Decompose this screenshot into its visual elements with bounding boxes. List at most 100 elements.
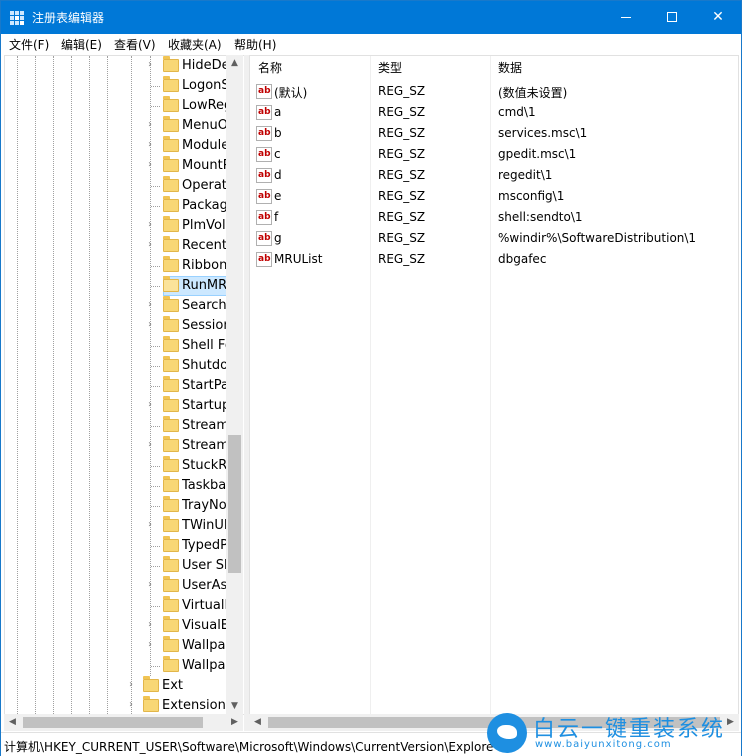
tree-hscroll-thumb[interactable]	[23, 717, 203, 728]
chevron-right-icon[interactable]: ›	[145, 320, 155, 330]
tree-item[interactable]: Package	[5, 196, 230, 216]
folder-icon	[163, 136, 179, 152]
tree-item-label: StuckRe	[182, 458, 230, 473]
chevron-right-icon[interactable]: ›	[126, 680, 136, 690]
tree-item[interactable]: › Module	[5, 136, 229, 156]
tree-item[interactable]: StartPag	[5, 376, 230, 396]
tree-item[interactable]: › PlmVola	[5, 216, 230, 236]
tree-item[interactable]: › Extensions	[5, 696, 229, 714]
tree-item[interactable]: VirtualD	[5, 596, 230, 616]
menu-edit[interactable]: 编辑(E)	[61, 36, 102, 53]
scroll-left-icon[interactable]: ◀	[4, 714, 21, 731]
chevron-right-icon[interactable]: ›	[145, 60, 155, 70]
tree-item[interactable]: Shell Fo	[5, 336, 230, 356]
value-row[interactable]: ab g REG_SZ %windir%\SoftwareDistribution\1	[250, 228, 738, 249]
value-type: REG_SZ	[378, 189, 426, 203]
column-header-name[interactable]: 名称	[250, 56, 370, 80]
column-header-data[interactable]: 数据	[490, 56, 738, 80]
value-row[interactable]: ab MRUList REG_SZ dbgafec	[250, 249, 738, 270]
tree-scroll-thumb[interactable]	[228, 435, 241, 573]
value-row[interactable]: ab a REG_SZ cmd\1	[250, 102, 738, 123]
tree-item[interactable]: StuckRe	[5, 456, 230, 476]
chevron-right-icon[interactable]: ›	[145, 520, 155, 530]
tree-item[interactable]: LogonSt	[5, 76, 230, 96]
column-header-type[interactable]: 类型	[370, 56, 490, 80]
value-name: c	[274, 147, 281, 161]
value-row[interactable]: ab f REG_SZ shell:sendto\1	[250, 207, 738, 228]
tree-item-label: LogonSt	[182, 78, 230, 93]
tree-item[interactable]: › HideDes	[5, 56, 230, 76]
folder-icon	[163, 296, 179, 312]
chevron-right-icon[interactable]: ›	[126, 700, 136, 710]
menu-file[interactable]: 文件(F)	[9, 36, 49, 53]
tree-item[interactable]: › SearchP	[5, 296, 230, 316]
chevron-right-icon[interactable]: ›	[145, 440, 155, 450]
registry-key-tree[interactable]: › HideDes LogonSt LowReg › MenuOr › Module › Moun…	[4, 55, 244, 715]
tree-horizontal-scrollbar[interactable]: ◀ ▶	[4, 714, 243, 731]
chevron-right-icon[interactable]: ›	[145, 300, 155, 310]
value-row[interactable]: ab c REG_SZ gpedit.msc\1	[250, 144, 738, 165]
menu-view[interactable]: 查看(V)	[114, 36, 156, 53]
tree-item[interactable]: › StartupA	[5, 396, 230, 416]
tree-item[interactable]: TrayNot	[5, 496, 230, 516]
value-data: services.msc\1	[498, 126, 588, 140]
value-row[interactable]: ab b REG_SZ services.msc\1	[250, 123, 738, 144]
tree-item[interactable]: › TWinUI	[5, 516, 229, 536]
title-bar[interactable]: 注册表编辑器 ✕	[1, 1, 741, 34]
tree-item[interactable]: › Streams	[5, 436, 230, 456]
chevron-right-icon[interactable]: ›	[145, 240, 155, 250]
tree-item[interactable]: StreamM	[5, 416, 230, 436]
tree-item[interactable]: RunMRU	[5, 276, 231, 296]
scroll-up-icon[interactable]: ▲	[226, 55, 243, 72]
tree-item[interactable]: › MenuOr	[5, 116, 230, 136]
registry-values-list[interactable]: 名称 类型 数据 ab (默认) REG_SZ (数值未设置) ab a REG_SZ cmd…	[249, 55, 739, 715]
tree-item[interactable]: Shutdov	[5, 356, 230, 376]
tree-vertical-scrollbar[interactable]: ▲ ▼	[226, 55, 243, 715]
chevron-right-icon[interactable]: ›	[145, 160, 155, 170]
tree-item[interactable]: TypedPa	[5, 536, 230, 556]
tree-connector	[151, 566, 160, 567]
menu-favorites[interactable]: 收藏夹(A)	[168, 36, 222, 53]
tree-item[interactable]: › MountP	[5, 156, 230, 176]
tree-item-label: UserAss	[182, 578, 230, 593]
chevron-right-icon[interactable]: ›	[145, 220, 155, 230]
tree-connector	[151, 666, 160, 667]
tree-item-label: StartupA	[182, 398, 230, 413]
value-row[interactable]: ab e REG_SZ msconfig\1	[250, 186, 738, 207]
tree-item[interactable]: Ribbon	[5, 256, 229, 276]
registry-editor-window: 注册表编辑器 ✕ 文件(F) 编辑(E) 查看(V) 收藏夹(A) 帮助(H) …	[0, 0, 742, 756]
chevron-right-icon[interactable]: ›	[145, 120, 155, 130]
chevron-right-icon[interactable]: ›	[145, 620, 155, 630]
folder-icon	[163, 256, 179, 272]
tree-item[interactable]: Taskbar	[5, 476, 230, 496]
tree-item[interactable]: User Sh	[5, 556, 230, 576]
maximize-button[interactable]	[649, 1, 695, 34]
tree-item[interactable]: › Session	[5, 316, 230, 336]
tree-item[interactable]: › VisualEf	[5, 616, 230, 636]
tree-item[interactable]: › UserAss	[5, 576, 230, 596]
tree-item[interactable]: › Ext	[5, 676, 229, 696]
tree-item[interactable]: › RecentD	[5, 236, 230, 256]
tree-item[interactable]: › Wallpap	[5, 636, 230, 656]
value-name: MRUList	[274, 252, 323, 266]
tree-item[interactable]: Wallpap	[5, 656, 230, 676]
scroll-right-icon[interactable]: ▶	[226, 714, 243, 731]
tree-item-label: Module	[182, 138, 230, 153]
scroll-left-icon[interactable]: ◀	[249, 714, 266, 731]
chevron-right-icon[interactable]: ›	[145, 140, 155, 150]
chevron-right-icon[interactable]: ›	[145, 580, 155, 590]
value-row[interactable]: ab (默认) REG_SZ (数值未设置)	[250, 81, 738, 102]
value-row[interactable]: ab d REG_SZ regedit\1	[250, 165, 738, 186]
tree-item-label: HideDes	[182, 58, 230, 73]
close-button[interactable]: ✕	[695, 1, 741, 34]
tree-item[interactable]: Operati	[5, 176, 230, 196]
scroll-down-icon[interactable]: ▼	[226, 698, 243, 715]
tree-item-label: LowReg	[182, 98, 230, 113]
chevron-right-icon[interactable]: ›	[145, 400, 155, 410]
tree-item[interactable]: LowReg	[5, 96, 230, 116]
window-title: 注册表编辑器	[32, 11, 105, 25]
chevron-right-icon[interactable]: ›	[145, 640, 155, 650]
value-type: REG_SZ	[378, 168, 426, 182]
menu-help[interactable]: 帮助(H)	[234, 36, 276, 53]
minimize-button[interactable]	[603, 1, 649, 34]
